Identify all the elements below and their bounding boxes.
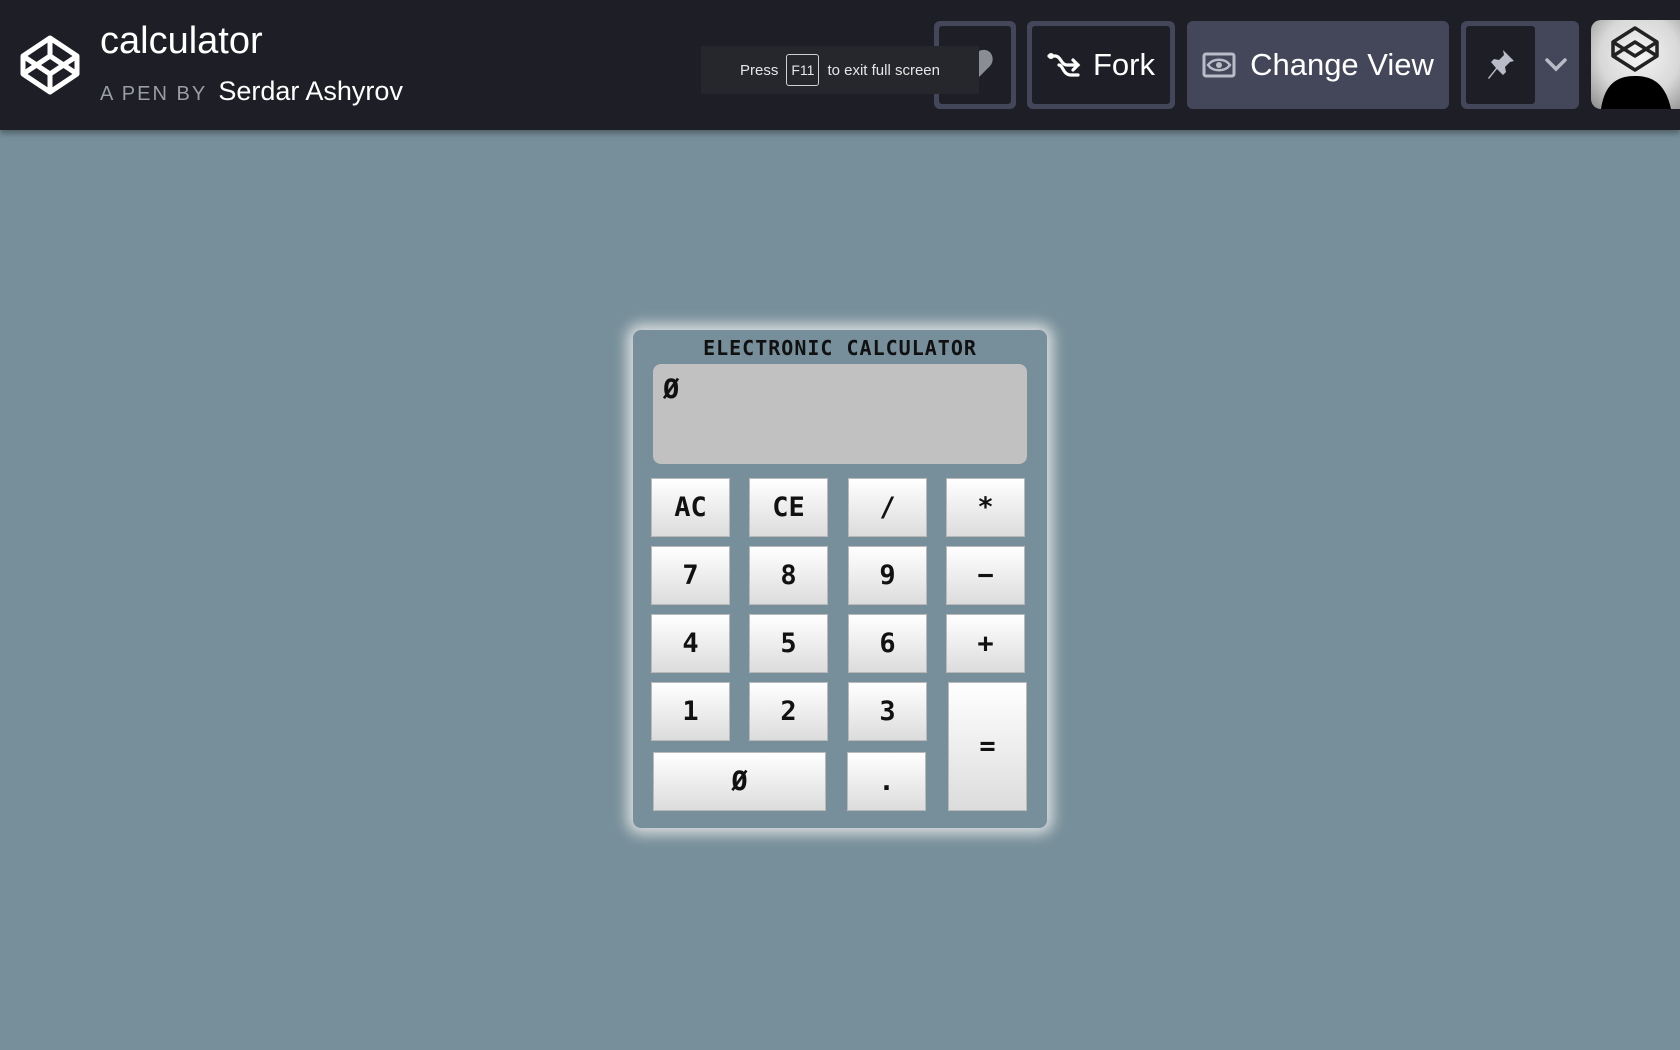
pen-title: calculator xyxy=(100,20,263,62)
fullscreen-notice: Press F11 to exit full screen xyxy=(701,46,979,94)
minus-button[interactable]: − xyxy=(946,546,1025,605)
decimal-button[interactable]: . xyxy=(847,752,926,811)
fullscreen-notice-text-after: to exit full screen xyxy=(827,61,940,79)
pen-by-label: A PEN BY xyxy=(100,83,207,105)
seven-button[interactable]: 7 xyxy=(651,546,730,605)
equals-button[interactable]: = xyxy=(948,682,1027,811)
five-button[interactable]: 5 xyxy=(749,614,828,673)
avatar-image xyxy=(1601,26,1671,109)
eye-icon xyxy=(1202,52,1236,78)
eight-button[interactable]: 8 xyxy=(749,546,828,605)
four-button[interactable]: 4 xyxy=(651,614,730,673)
six-button[interactable]: 6 xyxy=(848,614,927,673)
change-view-label: Change View xyxy=(1250,47,1434,82)
divide-button[interactable]: / xyxy=(848,478,927,537)
pen-byline: A PEN BY Serdar Ashyrov xyxy=(100,74,403,111)
multiply-button[interactable]: * xyxy=(946,478,1025,537)
f11-key: F11 xyxy=(786,54,820,86)
two-button[interactable]: 2 xyxy=(749,682,828,741)
author-link[interactable]: Serdar Ashyrov xyxy=(218,76,403,106)
top-bar: calculator A PEN BY Serdar Ashyrov Press… xyxy=(0,0,1680,130)
calculator: ELECTRONIC CALCULATOR Ø AC CE / * 7 8 9 … xyxy=(633,330,1047,828)
change-view-button[interactable]: Change View xyxy=(1187,21,1449,109)
ce-button[interactable]: CE xyxy=(749,478,828,537)
zero-button[interactable]: Ø xyxy=(653,752,826,811)
nine-button[interactable]: 9 xyxy=(848,546,927,605)
calculator-title: ELECTRONIC CALCULATOR xyxy=(703,336,977,360)
user-avatar[interactable] xyxy=(1591,20,1680,109)
pin-button[interactable] xyxy=(1461,21,1579,109)
fullscreen-notice-text: Press xyxy=(740,61,779,79)
fork-button[interactable]: Fork xyxy=(1027,21,1175,109)
chevron-down-icon[interactable] xyxy=(1543,51,1569,77)
one-button[interactable]: 1 xyxy=(651,682,730,741)
calculator-display: Ø xyxy=(653,364,1027,464)
fork-label: Fork xyxy=(1093,47,1155,82)
pin-icon xyxy=(1487,50,1514,79)
fork-icon xyxy=(1047,53,1081,77)
ac-button[interactable]: AC xyxy=(651,478,730,537)
three-button[interactable]: 3 xyxy=(848,682,927,741)
plus-button[interactable]: + xyxy=(946,614,1025,673)
display-value: Ø xyxy=(663,374,680,405)
codepen-logo-icon[interactable] xyxy=(18,33,82,97)
